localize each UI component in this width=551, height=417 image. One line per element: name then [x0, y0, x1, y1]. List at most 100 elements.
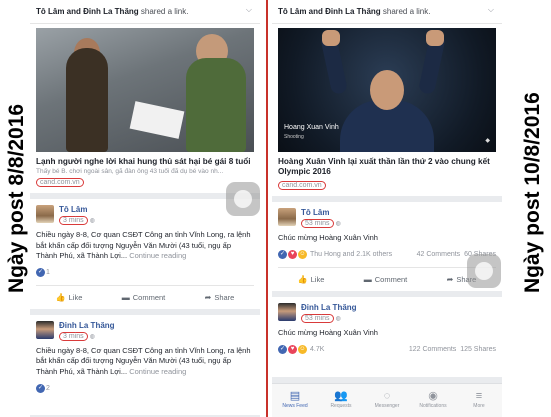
chevron-down-icon[interactable]: ⌵	[246, 5, 252, 15]
share-icon: ➦	[446, 274, 454, 284]
post-time[interactable]: 53 mins ◍	[301, 313, 357, 323]
divider-line	[266, 0, 268, 417]
article-photo[interactable]: Hoang Xuan Vinh Shooting ◆	[278, 28, 496, 152]
reaction-names: Thu Hong and 2.1K others	[310, 251, 393, 258]
post-date-label-right: Ngày post 10/8/2016	[521, 92, 544, 293]
like-icon: 👍	[297, 274, 308, 284]
post-actions: 👍Like ▬Comment ➦Share	[36, 284, 254, 309]
officer-figure	[186, 58, 246, 152]
tab-requests[interactable]: 👥 Requests	[318, 384, 364, 417]
post-time[interactable]: 53 mins ◍	[301, 219, 341, 228]
assistive-touch-button[interactable]	[467, 254, 501, 288]
reaction-summary[interactable]: ✓ ♥ ☺ 4.7K 122 Comments 125 Shares	[278, 343, 496, 355]
post-text: Chiều ngày 8-8, Cơ quan CSĐT Công an tỉn…	[36, 230, 254, 262]
like-label: Like	[68, 292, 83, 302]
link-domain-text: cand.com.vn	[278, 181, 326, 190]
tab-more[interactable]: ≡ More	[456, 384, 502, 417]
tab-label: News Feed	[282, 403, 308, 409]
post-text: Chúc mừng Hoàng Xuân Vinh	[278, 233, 378, 242]
tab-label: Notifications	[419, 403, 447, 409]
link-preview-card[interactable]: Lạnh người nghe lời khai hung thủ sát hạ…	[30, 24, 260, 193]
assistive-touch-button[interactable]	[226, 182, 260, 216]
post-time[interactable]: 3 mins ◍	[59, 216, 95, 225]
wow-reaction-icon: ☺	[298, 344, 307, 354]
comment-share-counts[interactable]: 122 Comments 125 Shares	[409, 346, 496, 353]
article-photo[interactable]	[36, 28, 254, 152]
share-header-suffix: shared a link.	[138, 7, 189, 16]
avatar[interactable]	[278, 302, 296, 321]
reaction-count: 1	[46, 269, 50, 276]
link-preview-card[interactable]: Hoang Xuan Vinh Shooting ◆ Hoàng Xuân Vi…	[272, 24, 502, 196]
tab-label: Messenger	[374, 403, 400, 409]
like-button[interactable]: 👍 Like	[298, 275, 325, 284]
reaction-summary[interactable]: ✓ 1	[36, 267, 254, 279]
broadcast-logo-icon: ◆	[485, 138, 490, 144]
reaction-summary[interactable]: ✓ 2	[36, 382, 254, 394]
suspect-figure	[66, 48, 108, 152]
tab-news-feed[interactable]: ▤ News Feed	[272, 384, 318, 417]
comment-button[interactable]: ▬ Comment	[364, 275, 408, 284]
continue-reading-link[interactable]: Continue reading	[129, 251, 186, 260]
link-title[interactable]: Lạnh người nghe lời khai hung thủ sát hạ…	[36, 157, 254, 167]
share-header-names[interactable]: Tô Lâm and Đinh La Thăng	[36, 7, 139, 16]
share-header: Tô Lâm and Đinh La Thăng shared a link. …	[272, 0, 502, 24]
athlete-fist-right	[426, 30, 444, 46]
chevron-down-icon[interactable]: ⌵	[488, 5, 494, 15]
share-header: Tô Lâm and Đinh La Thăng shared a link. …	[30, 0, 260, 24]
like-reaction-icon: ✓	[278, 344, 287, 354]
shared-post-dinhlathang: Đinh La Thăng 53 mins ◍ Chúc mừng Hoàng X…	[272, 296, 502, 377]
share-icon: ➦	[204, 292, 212, 302]
comment-icon: ▬	[363, 274, 372, 284]
share-button[interactable]: ➦Share	[205, 293, 235, 302]
comment-count: 42 Comments	[416, 251, 461, 258]
post-actions: 👍Like ▬Comment ➦Share	[278, 266, 496, 291]
reaction-summary[interactable]: ✓ ♥ ☺ Thu Hong and 2.1K others 42 Comments…	[278, 249, 496, 261]
reaction-total: 4.7K	[310, 345, 325, 353]
post-text: Chúc mừng Hoàng Xuân Vinh	[278, 327, 378, 337]
post-time-text: 3 mins	[59, 331, 88, 341]
author-name[interactable]: Đinh La Thăng	[59, 321, 115, 331]
newsfeed-icon: ▤	[289, 390, 301, 402]
like-reaction-icon: ✓	[36, 383, 45, 393]
author-name[interactable]: Tô Lâm	[59, 205, 95, 215]
like-button[interactable]: 👍 Like	[56, 293, 83, 302]
globe-icon: ◍	[335, 315, 341, 322]
globe-icon: ◍	[89, 333, 95, 340]
tab-label: Requests	[330, 403, 352, 409]
post-text: Chiều ngày 8-8, Cơ quan CSĐT Công an tỉn…	[36, 346, 254, 378]
comment-count: 122 Comments	[408, 345, 457, 353]
post-time-text: 53 mins	[301, 313, 334, 323]
like-reaction-icon: ✓	[36, 268, 45, 277]
link-description: Thấy bé B. chơi ngoài sân, gã đàn ông 43…	[36, 168, 224, 175]
more-icon: ≡	[475, 390, 483, 402]
comment-label: Comment	[374, 274, 408, 284]
author-name[interactable]: Tô Lâm	[301, 208, 341, 218]
document-paper	[129, 101, 185, 139]
link-title[interactable]: Hoàng Xuân Vinh lại xuất thần lần thứ 2 …	[278, 157, 496, 177]
athlete-fist-left	[322, 30, 340, 46]
tab-notifications[interactable]: ◉ Notifications	[410, 384, 456, 417]
avatar[interactable]	[36, 320, 54, 339]
shared-post-tolam: Tô Lâm 3 mins ◍ Chiều ngày 8-8, Cơ quan C…	[30, 199, 260, 309]
comment-label: Comment	[132, 292, 166, 302]
author-name[interactable]: Đinh La Thăng	[301, 303, 357, 313]
continue-reading-link[interactable]: Continue reading	[129, 367, 186, 376]
share-label: Share	[214, 292, 235, 302]
share-header-names[interactable]: Tô Lâm and Đinh La Thăng	[278, 7, 381, 16]
comment-icon: ▬	[121, 292, 130, 302]
post-date-label-left: Ngày post 8/8/2016	[5, 103, 28, 293]
tab-messenger[interactable]: ◌ Messenger	[364, 384, 410, 417]
avatar[interactable]	[278, 208, 296, 226]
comment-button[interactable]: ▬ Comment	[122, 293, 166, 302]
post-time-text: 53 mins	[301, 219, 334, 228]
post-time-text: 3 mins	[59, 216, 88, 225]
post-time[interactable]: 3 mins ◍	[59, 331, 115, 341]
avatar[interactable]	[36, 205, 54, 223]
tab-label: More	[473, 403, 485, 409]
phone-screenshot-right: Tô Lâm and Đinh La Thăng shared a link. …	[272, 0, 502, 417]
reaction-count: 2	[46, 384, 50, 392]
messenger-icon: ◌	[383, 390, 391, 402]
notifications-icon: ◉	[428, 390, 438, 402]
link-domain-text: cand.com.vn	[36, 178, 84, 187]
photo-caption-name: Hoang Xuan Vinh	[284, 124, 339, 131]
